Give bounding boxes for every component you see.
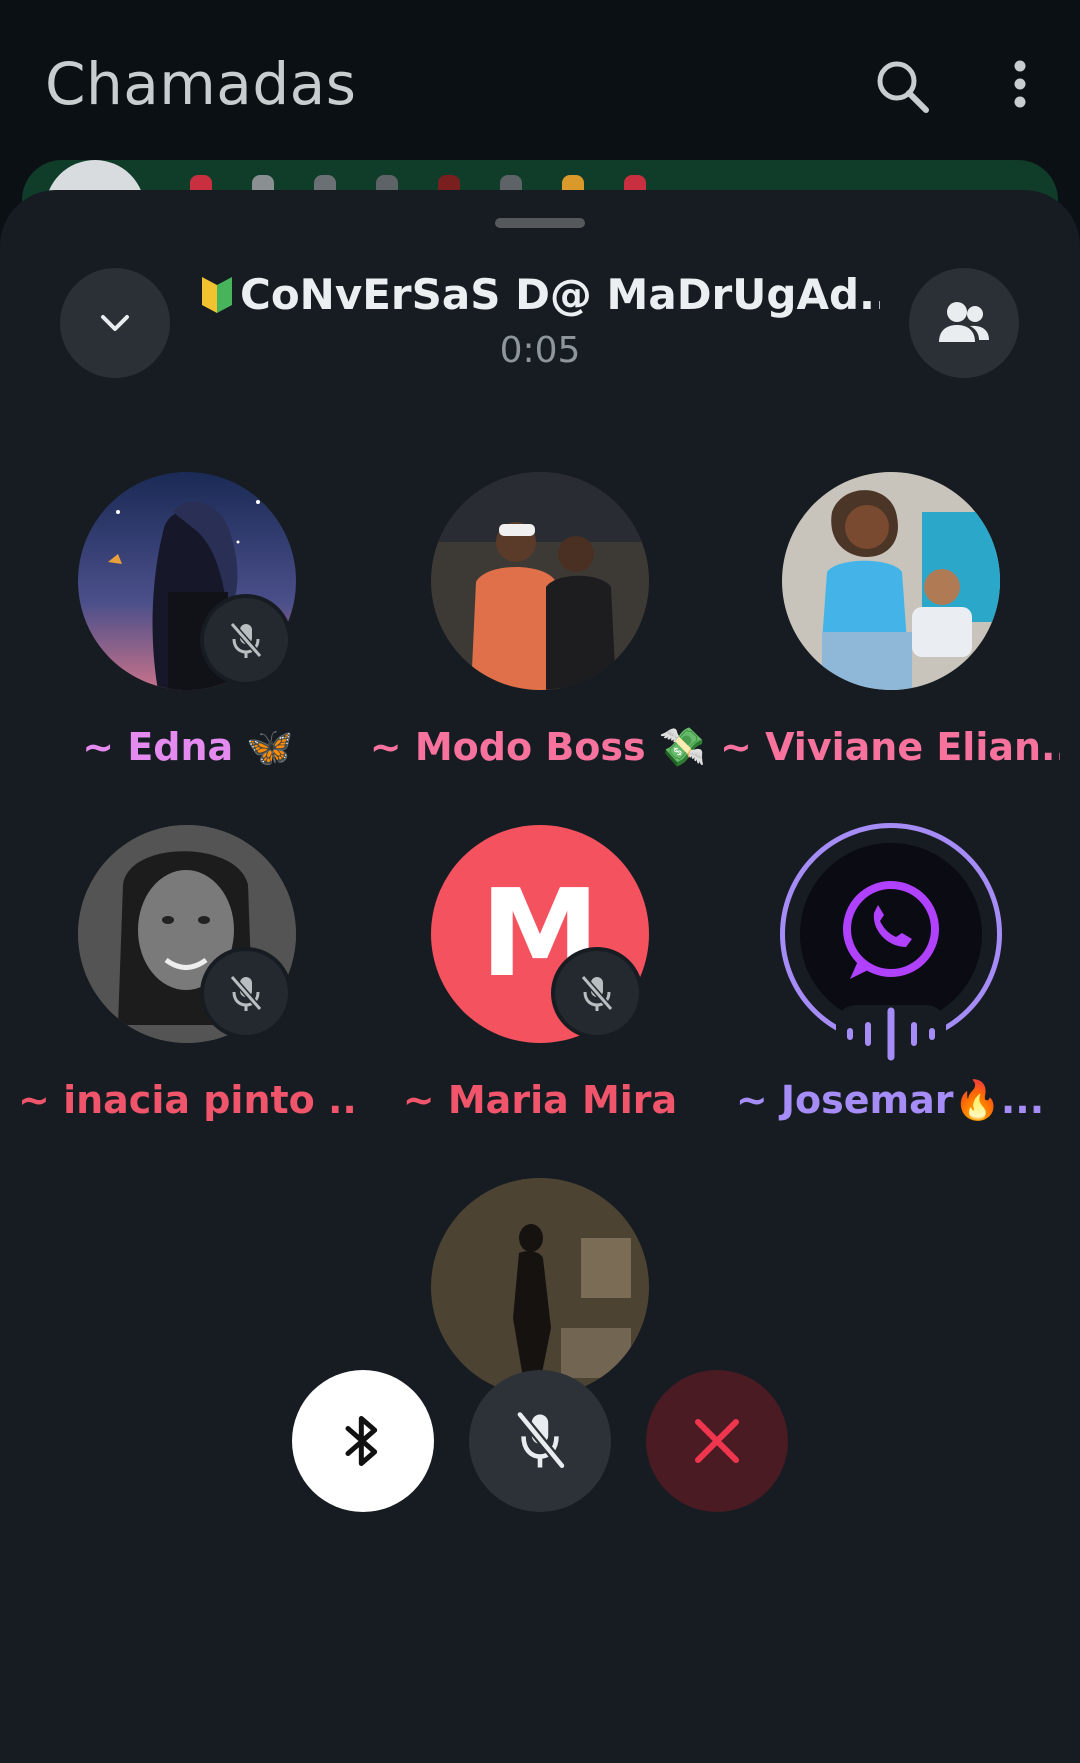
search-icon[interactable] [872, 56, 932, 116]
collapse-button[interactable] [60, 268, 170, 378]
mute-button[interactable] [469, 1370, 611, 1512]
participant-avatar-viviane[interactable] [782, 472, 1000, 690]
more-vert-icon[interactable] [1000, 56, 1040, 116]
call-title: CoNvErSaS D@ MaDrUgAd... [200, 270, 880, 319]
participant-name: ~ inacia pinto ... [18, 1078, 358, 1122]
close-icon [695, 1419, 739, 1463]
participant-avatar-self[interactable] [431, 1178, 649, 1396]
participant-avatar-josemar[interactable] [800, 843, 982, 1025]
mic-off-icon [229, 622, 263, 658]
participant-name: ~ Josemar🔥... [735, 1078, 1045, 1122]
participant-muted-badge [200, 947, 292, 1039]
participant-name: ~ Modo Boss 💸 [369, 725, 707, 769]
page-title: Chamadas [45, 50, 357, 118]
drag-handle[interactable] [495, 218, 585, 228]
chevron-down-icon [101, 315, 129, 331]
participant-name: ~ Viviane Elian... [720, 725, 1060, 769]
beginner-flag-icon [202, 277, 232, 313]
app-bar: Chamadas [0, 0, 1080, 170]
mic-off-icon [229, 975, 263, 1011]
participant-muted-badge [200, 594, 292, 686]
speaking-waveform-icon [836, 1005, 946, 1065]
participant-name: ~ Maria Mira [402, 1078, 678, 1122]
people-icon [939, 302, 989, 342]
participant-avatar-modo-boss[interactable] [431, 472, 649, 690]
call-timer: 0:05 [499, 330, 581, 371]
call-title-text: CoNvErSaS D@ MaDrUgAd... [240, 270, 880, 319]
participants-button[interactable] [909, 268, 1019, 378]
bluetooth-icon [345, 1416, 378, 1466]
end-call-button[interactable] [646, 1370, 788, 1512]
bluetooth-audio-button[interactable] [292, 1370, 434, 1512]
mic-off-icon [580, 975, 614, 1011]
mic-off-icon [516, 1411, 566, 1469]
participant-name: ~ Edna 🦋 [82, 725, 294, 769]
participant-muted-badge [551, 947, 643, 1039]
